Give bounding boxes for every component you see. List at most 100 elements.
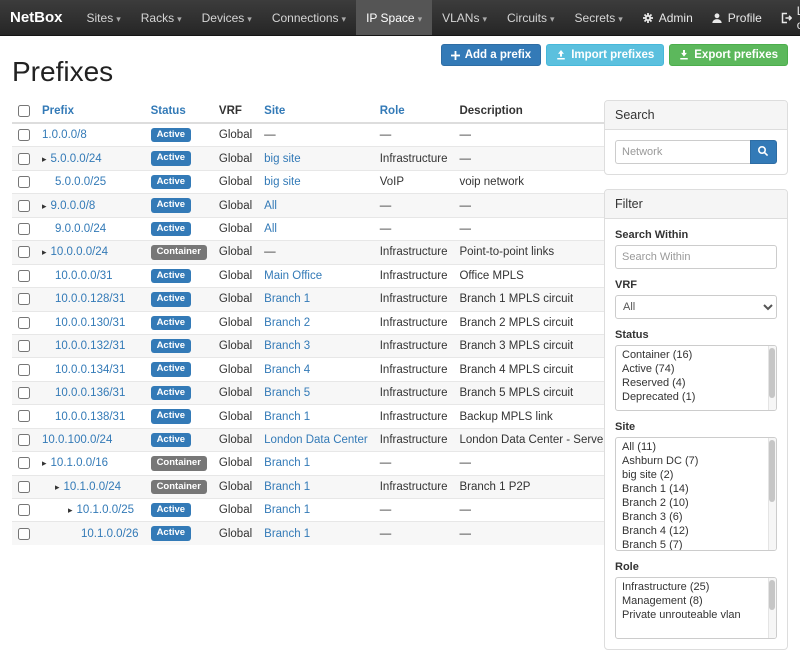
prefix-link[interactable]: 10.0.0.0/24 [51,246,109,258]
brand-logo[interactable]: NetBox [10,0,63,35]
row-checkbox[interactable] [18,176,30,188]
prefix-link[interactable]: 5.0.0.0/24 [51,153,102,165]
import-prefixes-button[interactable]: Import prefixes [546,44,664,66]
row-checkbox[interactable] [18,293,30,305]
column-header-status[interactable]: Status [151,105,186,117]
row-checkbox[interactable] [18,340,30,352]
row-checkbox[interactable] [18,153,30,165]
listbox-option[interactable]: Ashburn DC (7) [616,454,776,468]
listbox-option[interactable]: big site (2) [616,468,776,482]
listbox-option[interactable]: Branch 2 (10) [616,496,776,510]
nav-item-devices[interactable]: Devices▾ [192,0,262,35]
nav-item-circuits[interactable]: Circuits▾ [497,0,565,35]
nav-item-ip-space[interactable]: IP Space▾ [356,0,432,35]
row-checkbox[interactable] [18,410,30,422]
scrollbar[interactable] [768,578,776,638]
nav-item-racks[interactable]: Racks▾ [131,0,192,35]
site-link[interactable]: Branch 5 [264,387,310,399]
site-link[interactable]: London Data Center [264,434,368,446]
row-checkbox[interactable] [18,457,30,469]
listbox-option[interactable]: Active (74) [616,362,776,376]
site-link[interactable]: Branch 1 [264,411,310,423]
row-checkbox[interactable] [18,504,30,516]
site-link[interactable]: All [264,223,277,235]
prefix-link[interactable]: 10.1.0.0/26 [81,528,139,540]
prefix-link[interactable]: 10.0.0.128/31 [55,293,125,305]
listbox-option[interactable]: Infrastructure (25) [616,580,776,594]
listbox-option[interactable]: Private unrouteable vlan [616,608,776,622]
listbox-option[interactable]: Branch 4 (12) [616,524,776,538]
site-link[interactable]: Main Office [264,270,322,282]
site-link[interactable]: Branch 1 [264,528,310,540]
prefix-link[interactable]: 10.0.0.0/31 [55,270,113,282]
row-checkbox[interactable] [18,434,30,446]
row-checkbox[interactable] [18,223,30,235]
add-prefix-button[interactable]: Add a prefix [441,44,541,66]
prefix-link[interactable]: 10.0.0.136/31 [55,387,125,399]
scrollbar[interactable] [768,346,776,410]
profile-link[interactable]: Profile [702,0,771,35]
select-all-checkbox[interactable] [18,105,30,117]
site-link[interactable]: Branch 1 [264,504,310,516]
prefix-link[interactable]: 10.0.0.134/31 [55,364,125,376]
prefix-link[interactable]: 5.0.0.0/25 [55,176,106,188]
site-link[interactable]: All [264,200,277,212]
site-listbox[interactable]: All (11)Ashburn DC (7)big site (2)Branch… [615,437,777,551]
site-link[interactable]: Branch 1 [264,457,310,469]
listbox-option[interactable]: Reserved (4) [616,376,776,390]
listbox-option[interactable]: Branch 5 (7) [616,538,776,551]
listbox-option[interactable]: Branch 3 (6) [616,510,776,524]
search-within-input[interactable] [615,245,777,269]
listbox-option[interactable]: Management (8) [616,594,776,608]
role-cell: Infrastructure [374,241,454,264]
nav-item-vlans[interactable]: VLANs▾ [432,0,497,35]
search-input[interactable] [615,140,750,164]
role-listbox[interactable]: Infrastructure (25)Management (8)Private… [615,577,777,639]
prefix-link[interactable]: 1.0.0.0/8 [42,129,87,141]
search-button[interactable] [750,140,777,164]
listbox-option[interactable]: Deprecated (1) [616,390,776,404]
nav-item-secrets[interactable]: Secrets▾ [565,0,633,35]
site-link[interactable]: Branch 3 [264,340,310,352]
site-link[interactable]: big site [264,176,300,188]
prefix-link[interactable]: 9.0.0.0/8 [51,200,96,212]
row-checkbox[interactable] [18,270,30,282]
prefix-link[interactable]: 10.0.0.132/31 [55,340,125,352]
listbox-option[interactable]: Branch 1 (14) [616,482,776,496]
navbar-right: Admin Profile Log out [633,0,800,35]
row-checkbox[interactable] [18,246,30,258]
scrollbar[interactable] [768,438,776,550]
status-listbox[interactable]: Container (16)Active (74)Reserved (4)Dep… [615,345,777,411]
row-checkbox[interactable] [18,528,30,540]
listbox-option[interactable]: Container (16) [616,348,776,362]
prefix-link[interactable]: 10.0.100.0/24 [42,434,112,446]
listbox-option[interactable]: All (11) [616,440,776,454]
row-checkbox[interactable] [18,129,30,141]
site-link[interactable]: Branch 1 [264,481,310,493]
row-checkbox[interactable] [18,481,30,493]
prefix-link[interactable]: 10.0.0.130/31 [55,317,125,329]
prefix-link[interactable]: 10.1.0.0/16 [51,457,109,469]
prefix-link[interactable]: 9.0.0.0/24 [55,223,106,235]
site-link[interactable]: Branch 2 [264,317,310,329]
prefix-link[interactable]: 10.0.0.138/31 [55,411,125,423]
nav-item-connections[interactable]: Connections▾ [262,0,356,35]
column-header-site[interactable]: Site [264,105,285,117]
column-header-role[interactable]: Role [380,105,405,117]
site-link[interactable]: Branch 4 [264,364,310,376]
site-cell: — [258,123,374,147]
column-header-prefix[interactable]: Prefix [42,105,74,117]
prefix-link[interactable]: 10.1.0.0/25 [77,504,135,516]
logout-link[interactable]: Log out [771,0,800,35]
row-checkbox[interactable] [18,387,30,399]
site-link[interactable]: big site [264,153,300,165]
row-checkbox[interactable] [18,200,30,212]
prefix-link[interactable]: 10.1.0.0/24 [64,481,122,493]
nav-item-sites[interactable]: Sites▾ [77,0,131,35]
row-checkbox[interactable] [18,317,30,329]
admin-link[interactable]: Admin [633,0,702,35]
row-checkbox[interactable] [18,364,30,376]
export-prefixes-button[interactable]: Export prefixes [669,44,788,66]
vrf-select[interactable]: All [615,295,777,319]
site-link[interactable]: Branch 1 [264,293,310,305]
